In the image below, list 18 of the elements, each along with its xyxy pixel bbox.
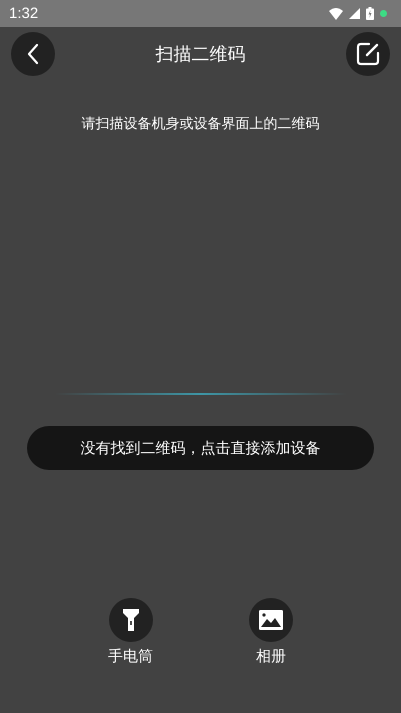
battery-charging-icon (366, 7, 374, 20)
edit-button[interactable] (346, 32, 390, 76)
album-button[interactable] (249, 598, 293, 642)
flashlight-icon (122, 609, 138, 631)
notification-dot-icon (380, 10, 387, 17)
action-label: 相册 (256, 647, 286, 666)
edit-icon (356, 42, 380, 66)
image-icon (259, 610, 283, 630)
status-time: 1:32 (9, 5, 38, 22)
scan-hint: 请扫描设备机身或设备界面上的二维码 (82, 115, 320, 133)
back-icon (26, 43, 40, 65)
page-title: 扫描二维码 (156, 43, 246, 66)
action-label: 手电筒 (108, 647, 153, 666)
signal-icon (349, 8, 360, 19)
back-button[interactable] (11, 32, 55, 76)
flashlight-button[interactable] (108, 598, 152, 642)
add-device-button[interactable]: 没有找到二维码，点击直接添加设备 (27, 426, 374, 470)
wifi-icon (329, 8, 343, 20)
